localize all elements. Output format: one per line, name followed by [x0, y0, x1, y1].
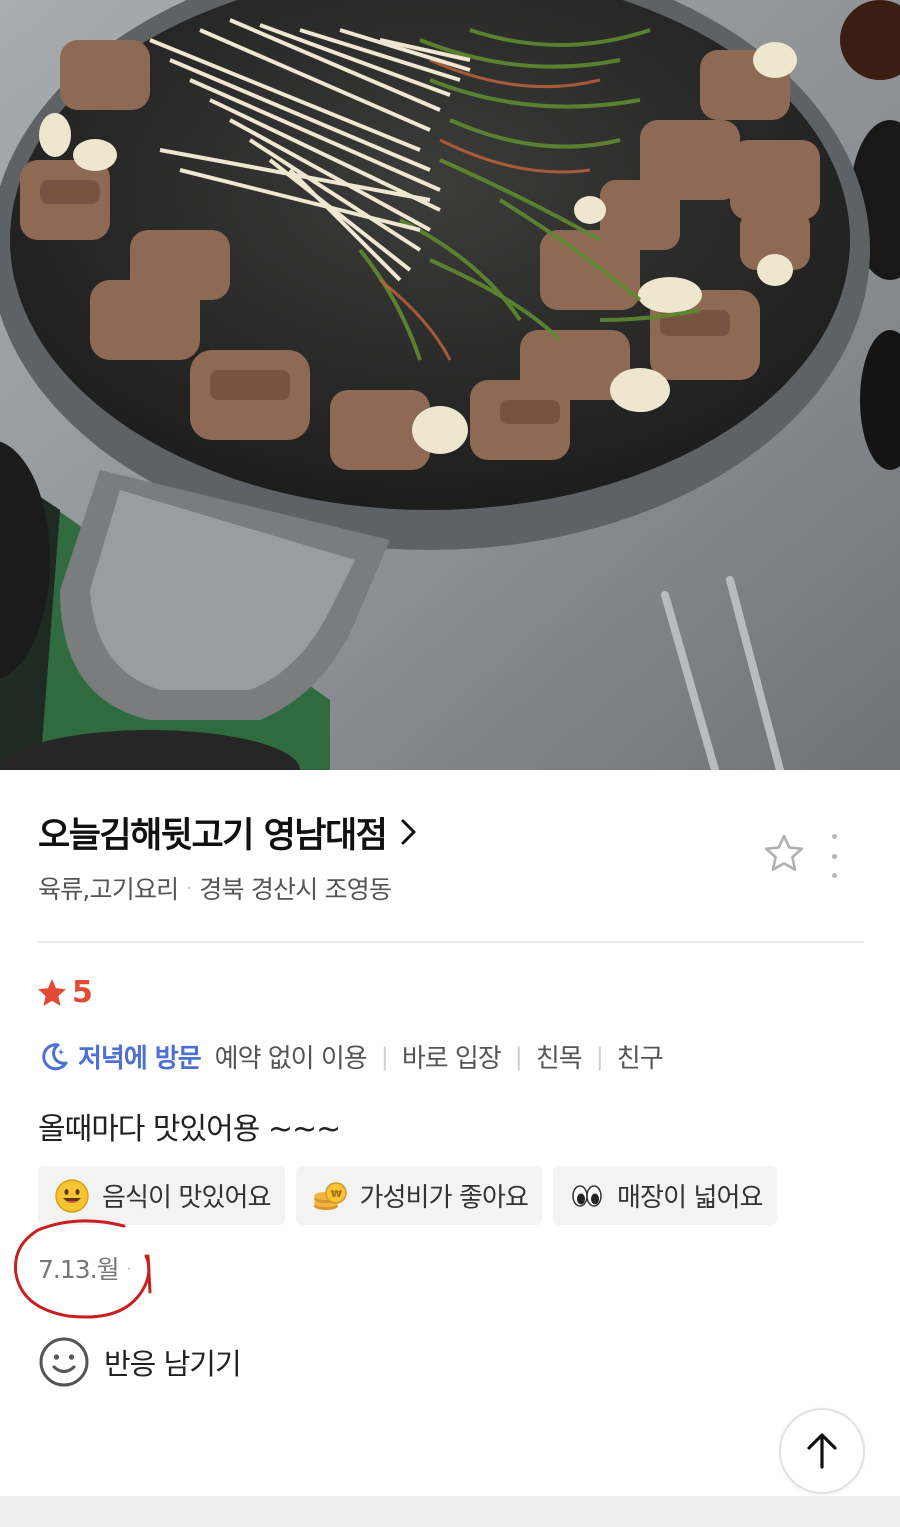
star-filled-icon	[38, 978, 66, 1006]
rating-value: 5	[72, 975, 93, 1010]
bottom-bar	[0, 1496, 900, 1527]
chevron-right-icon	[401, 819, 416, 845]
keyword-list: 음식이 맛있어요 ₩ 가성비가 좋아요 매장이 넓어요	[38, 1166, 777, 1225]
visit-tag: 친목	[535, 1044, 583, 1074]
moon-icon	[42, 1042, 68, 1070]
place-header: 오늘김해뒷고기 영남대점 육류,고기요리 · 경북 경산시 조영동	[38, 808, 864, 906]
leave-reaction-button[interactable]: 반응 남기기	[38, 1336, 242, 1388]
bookmark-star-icon[interactable]	[762, 832, 806, 876]
place-meta: 육류,고기요리 · 경북 경산시 조영동	[38, 870, 864, 906]
review-date: 7.13.월 ·	[38, 1250, 132, 1286]
visit-time: 저녁에 방문	[78, 1044, 202, 1074]
eyes-emoji-icon	[572, 1184, 602, 1207]
visit-tag: 친구	[616, 1044, 664, 1074]
keyword-label: 매장이 넓어요	[617, 1183, 763, 1213]
date-separator-dot: ·	[126, 1258, 132, 1278]
review-photo[interactable]	[0, 0, 900, 770]
arrow-up-icon	[807, 1433, 837, 1469]
coins-emoji-icon: ₩	[313, 1181, 347, 1210]
leave-reaction-label: 반응 남기기	[104, 1347, 242, 1381]
rating: 5	[36, 975, 93, 1010]
keyword-chip: 음식이 맛있어요	[38, 1166, 285, 1225]
visit-info: 저녁에 방문 예약 없이 이용 | 바로 입장 | 친목 | 친구	[38, 1038, 664, 1075]
visit-tag: 예약 없이 이용	[214, 1044, 368, 1074]
tag-separator: |	[595, 1042, 604, 1071]
keyword-chip: 매장이 넓어요	[553, 1166, 777, 1225]
place-location: 경북 경산시 조영동	[199, 875, 392, 904]
place-title-link[interactable]: 오늘김해뒷고기 영남대점	[38, 808, 864, 856]
place-category: 육류,고기요리	[38, 875, 179, 904]
tag-separator: |	[380, 1042, 389, 1071]
keyword-label: 음식이 맛있어요	[102, 1183, 271, 1213]
svg-text:₩: ₩	[330, 1189, 341, 1200]
meta-separator-dot: ·	[186, 877, 192, 899]
smiley-outline-icon	[39, 1337, 89, 1387]
review-text: 올때마다 맛있어용 ~~~	[38, 1112, 341, 1147]
place-name[interactable]: 오늘김해뒷고기 영남대점	[38, 807, 388, 858]
food-photo	[0, 0, 900, 770]
keyword-label: 가성비가 좋아요	[359, 1183, 529, 1213]
visit-tag: 바로 입장	[401, 1044, 502, 1074]
date-text: 7.13.월	[38, 1255, 120, 1284]
section-divider	[38, 941, 864, 943]
smile-face-emoji-icon	[55, 1178, 89, 1213]
tag-separator: |	[514, 1042, 523, 1071]
scroll-to-top-button[interactable]	[779, 1408, 865, 1494]
more-options-icon[interactable]	[824, 834, 844, 878]
keyword-chip: ₩ 가성비가 좋아요	[295, 1166, 543, 1225]
